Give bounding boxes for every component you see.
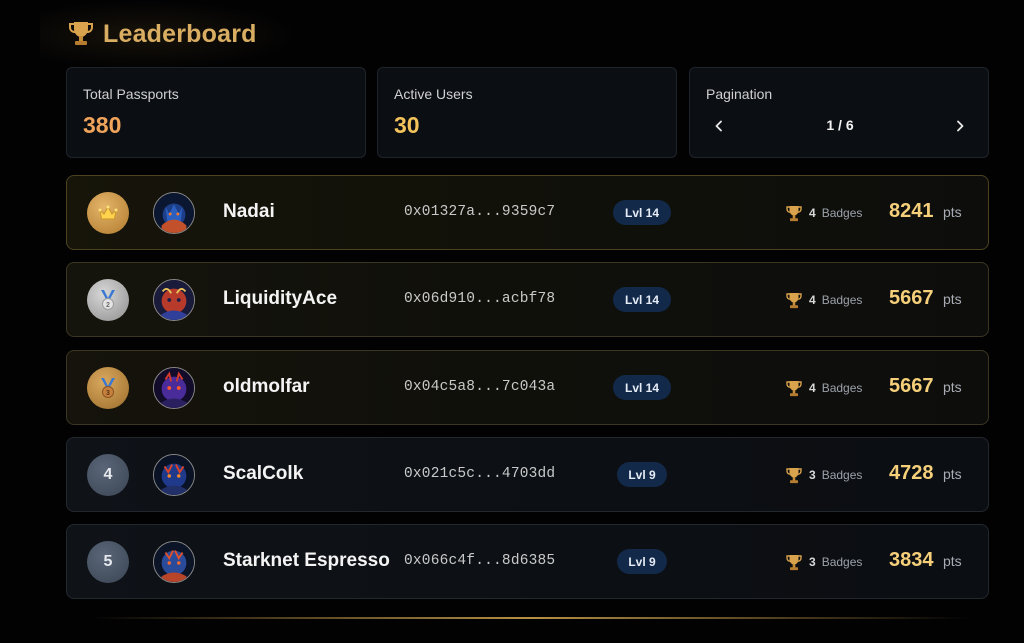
wallet-address: 0x066c4f...8d6385	[404, 553, 556, 569]
badges-label: Badges	[821, 206, 863, 220]
username: Starknet Espresso	[223, 550, 390, 571]
badges-count: 4 Badges	[785, 202, 862, 224]
level-pill: Lvl 9	[617, 549, 667, 574]
pagination-card: Pagination 1 / 6	[689, 67, 989, 158]
points-unit: pts	[943, 204, 962, 220]
bronze-medal-icon: 3	[101, 378, 115, 398]
points-unit: pts	[943, 379, 962, 395]
active-users-label: Active Users	[394, 86, 473, 102]
wallet-address: 0x04c5a8...7c043a	[404, 379, 556, 395]
badges-count: 3 Badges	[785, 464, 862, 486]
avatar	[153, 279, 195, 321]
trophy-icon	[69, 22, 93, 45]
level-pill: Lvl 14	[613, 287, 671, 312]
leaderboard-row[interactable]: 5 Starknet Espresso 0x066c4f...8d6385 Lv…	[66, 524, 989, 599]
badges-label: Badges	[821, 293, 863, 307]
total-passports-label: Total Passports	[83, 86, 179, 102]
trophy-icon	[786, 554, 802, 570]
avatar-image	[154, 455, 194, 495]
leaderboard-row[interactable]: 2 LiquidityAce 0x06d910...acbf78 Lvl 14 …	[66, 262, 989, 337]
active-users-card: Active Users 30	[377, 67, 677, 158]
points-value: 8241	[889, 200, 934, 222]
silver-medal-icon: 2	[101, 290, 115, 310]
leaderboard-row[interactable]: 4 ScalColk 0x021c5c...4703dd Lvl 9 3 Bad…	[66, 437, 989, 512]
points-unit: pts	[943, 466, 962, 482]
previous-page-button[interactable]	[707, 114, 731, 138]
level-pill: Lvl 14	[613, 375, 671, 400]
bottom-accent-line	[90, 617, 970, 619]
username: LiquidityAce	[223, 288, 338, 309]
level-pill: Lvl 14	[613, 200, 671, 225]
wallet-address: 0x021c5c...4703dd	[404, 466, 556, 482]
badges-label: Badges	[821, 555, 863, 569]
rank-badge: 4	[87, 454, 129, 496]
svg-text:3: 3	[106, 390, 110, 397]
next-page-button[interactable]	[948, 114, 972, 138]
points-value: 5667	[889, 287, 934, 309]
badges-number: 4	[809, 206, 816, 220]
points-unit: pts	[943, 291, 962, 307]
wallet-address: 0x01327a...9359c7	[404, 204, 556, 220]
badges-label: Badges	[821, 468, 863, 482]
total-passports-card: Total Passports 380	[66, 67, 366, 158]
active-users-value: 30	[394, 112, 420, 138]
badges-number: 3	[809, 468, 816, 482]
badges-number: 4	[809, 381, 816, 395]
avatar	[153, 454, 195, 496]
avatar-image	[154, 542, 194, 582]
avatar-image	[154, 280, 194, 320]
badges-number: 4	[809, 293, 816, 307]
avatar	[153, 541, 195, 583]
trophy-icon	[786, 205, 802, 221]
page-indicator: 1 / 6	[826, 117, 854, 133]
chevron-right-icon	[957, 120, 964, 132]
page-header: Leaderboard	[67, 17, 257, 51]
total-passports-value: 380	[83, 112, 122, 138]
rank-badge-gold	[87, 192, 129, 234]
badges-count: 4 Badges	[785, 377, 862, 399]
rank-badge: 5	[87, 541, 129, 583]
points-value: 3834	[889, 549, 934, 571]
leaderboard-row[interactable]: 3 oldmolfar 0x04c5a8...7c043a Lvl 14 4 B…	[66, 350, 989, 425]
username: oldmolfar	[223, 376, 310, 397]
trophy-icon	[786, 380, 802, 396]
trophy-icon	[786, 292, 802, 308]
avatar	[153, 367, 195, 409]
page-title: Leaderboard	[103, 19, 257, 48]
avatar	[153, 192, 195, 234]
crown-icon	[98, 205, 118, 220]
badges-number: 3	[809, 555, 816, 569]
svg-text:2: 2	[106, 302, 110, 309]
leaderboard-row[interactable]: Nadai 0x01327a...9359c7 Lvl 14 4 Badges …	[66, 175, 989, 250]
rank-badge-bronze: 3	[87, 367, 129, 409]
username: ScalColk	[223, 463, 304, 484]
chevron-left-icon	[715, 120, 722, 132]
level-pill: Lvl 9	[617, 462, 667, 487]
badges-label: Badges	[821, 381, 863, 395]
badges-count: 3 Badges	[785, 551, 862, 573]
avatar-image	[154, 368, 194, 408]
points-unit: pts	[943, 553, 962, 569]
username: Nadai	[223, 201, 275, 222]
points-value: 5667	[889, 375, 934, 397]
points-value: 4728	[889, 462, 934, 484]
rank-badge-silver: 2	[87, 279, 129, 321]
pagination-label: Pagination	[706, 86, 773, 102]
avatar-image	[154, 193, 194, 233]
wallet-address: 0x06d910...acbf78	[404, 291, 556, 307]
badges-count: 4 Badges	[785, 289, 862, 311]
trophy-icon	[786, 467, 802, 483]
